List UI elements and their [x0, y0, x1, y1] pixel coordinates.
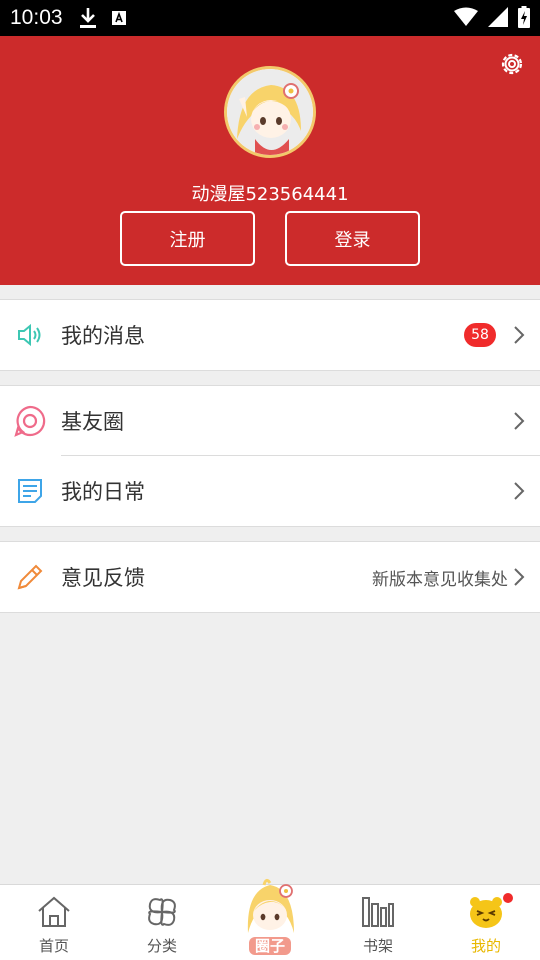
avatar[interactable]: [224, 66, 316, 158]
battery-icon: [518, 6, 530, 28]
speaker-icon: [18, 323, 41, 347]
feedback-hint: 新版本意见收集处: [372, 569, 508, 590]
mascot-circle-icon: [247, 878, 294, 933]
avatar-mascot-image: [227, 69, 313, 155]
chat-bubble-icon: [14, 405, 46, 437]
status-time: 10:03: [10, 6, 63, 29]
tab-circle-label: 圈子: [248, 937, 291, 955]
wifi-icon: [454, 7, 478, 26]
pencil-icon: [17, 564, 43, 590]
login-button[interactable]: 登录: [285, 211, 420, 266]
tab-category[interactable]: 分类: [108, 885, 216, 960]
chevron-right-icon: [514, 326, 525, 344]
bear-face-icon: [470, 897, 502, 928]
bookshelf-icon: [362, 897, 394, 927]
app-notification-icon: [111, 11, 126, 25]
tab-category-label: 分类: [146, 937, 177, 955]
download-icon: [79, 8, 96, 28]
tab-bookshelf-label: 书架: [362, 937, 393, 955]
chevron-right-icon: [514, 568, 525, 586]
profile-header: 动漫屋523564441 注册 登录: [0, 36, 540, 285]
my-daily-row[interactable]: 我的日常: [0, 456, 540, 526]
tab-mine[interactable]: 我的: [432, 885, 540, 960]
clover-icon: [148, 898, 176, 926]
tab-bookshelf[interactable]: 书架: [324, 885, 432, 960]
signal-icon: [488, 7, 508, 27]
chevron-right-icon: [514, 482, 525, 500]
status-bar: 10:03: [0, 0, 540, 36]
my-messages-row[interactable]: 我的消息 58: [0, 300, 540, 370]
friend-circle-row[interactable]: 基友圈: [0, 386, 540, 456]
tab-mine-label: 我的: [470, 937, 501, 955]
my-messages-label: 我的消息: [61, 324, 145, 348]
friend-circle-label: 基友圈: [61, 410, 124, 434]
feedback-row[interactable]: 意见反馈 新版本意见收集处: [0, 542, 540, 612]
register-button[interactable]: 注册: [120, 211, 255, 266]
feedback-label: 意见反馈: [61, 566, 145, 590]
chevron-right-icon: [514, 412, 525, 430]
tab-home-label: 首页: [38, 937, 69, 955]
note-icon: [18, 479, 42, 503]
tab-circle[interactable]: 圈子: [216, 878, 324, 960]
unread-count-badge: 58: [464, 323, 496, 347]
username: 动漫屋523564441: [191, 184, 349, 205]
notification-dot: [503, 893, 513, 903]
bottom-nav: 首页 分类 圈子 书架 我的: [0, 878, 540, 960]
home-icon: [38, 896, 70, 927]
my-daily-label: 我的日常: [61, 480, 145, 504]
settings-gear-icon[interactable]: [498, 50, 526, 78]
tab-home[interactable]: 首页: [0, 885, 108, 960]
